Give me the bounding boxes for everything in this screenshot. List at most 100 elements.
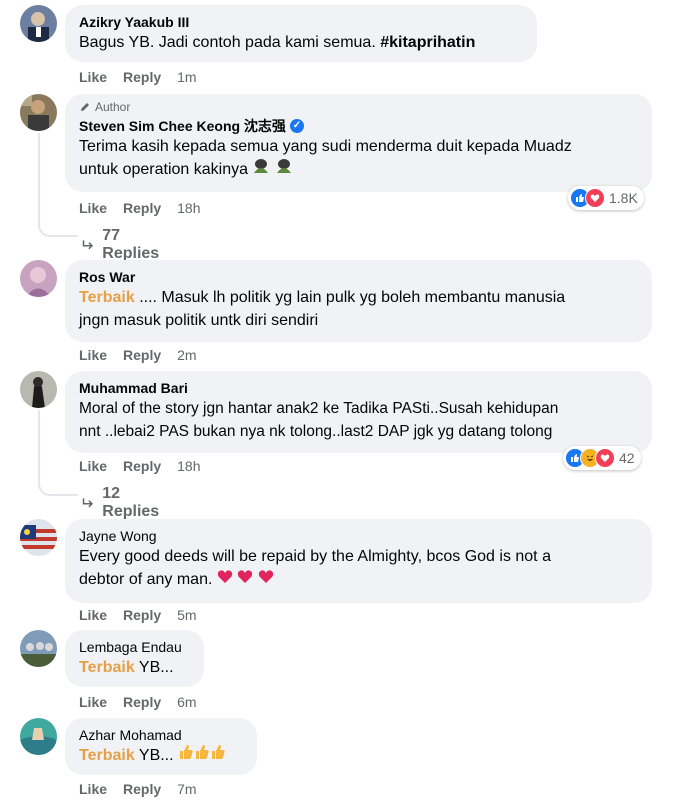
comment-bubble: Azikry Yaakub III Bagus YB. Jadi contoh … [65, 5, 537, 62]
thread-connector-curve [38, 221, 78, 237]
commenter-name[interactable]: Azikry Yaakub III [79, 13, 523, 31]
comment-text: Bagus YB. Jadi contoh pada kami semua. #… [79, 31, 523, 54]
avatar[interactable] [20, 718, 57, 755]
view-replies-button[interactable]: 77 Replies [82, 227, 163, 263]
commenter-name[interactable]: Jayne Wong [79, 527, 638, 545]
avatar[interactable] [20, 371, 57, 408]
love-reaction-icon [595, 448, 615, 468]
heart-emoji-icon [237, 568, 253, 591]
commenter-name[interactable]: Ros War [79, 268, 638, 286]
comment-text-line: .... Masuk lh politik yg lain pulk yg bo… [139, 289, 566, 306]
comment-bubble: Azhar Mohamad Terbaik YB... [65, 718, 257, 775]
view-replies-button[interactable]: 12 Replies [82, 485, 163, 521]
avatar[interactable] [20, 519, 57, 556]
reaction-count: 42 [619, 450, 635, 466]
verified-badge-icon: ✓ [289, 119, 304, 133]
comment-thread: Azikry Yaakub III Bagus YB. Jadi contoh … [0, 0, 699, 800]
reaction-count: 1.8K [609, 190, 638, 206]
comment-text-line-row: debtor of any man. [79, 568, 638, 591]
pencil-icon [81, 103, 89, 111]
thread-connector-curve [38, 480, 78, 496]
reply-arrow-icon [82, 240, 94, 250]
comment-bubble: Author Steven Sim Chee Keong 沈志强 ✓ Terim… [65, 94, 652, 192]
comment-actions: Like Reply 5m [79, 607, 197, 623]
like-button[interactable]: Like [79, 781, 107, 797]
comment-text-line: nnt ..lebai2 PAS bukan nya nk tolong..la… [79, 423, 553, 440]
hands-emoji-icon [252, 158, 270, 181]
comment-text-line: Every good deeds will be repaid by the A… [79, 548, 551, 565]
reply-button[interactable]: Reply [123, 200, 161, 216]
reply-button[interactable]: Reply [123, 607, 161, 623]
reaction-summary[interactable]: 1.8K [568, 186, 644, 210]
timestamp[interactable]: 5m [177, 607, 196, 623]
like-button[interactable]: Like [79, 347, 107, 363]
heart-emoji-icon [217, 568, 233, 591]
comment-actions: Like Reply 2m [79, 347, 197, 363]
comment-text-line: debtor of any man. [79, 571, 213, 588]
top-fan-label: Terbaik [79, 289, 135, 306]
timestamp[interactable]: 18h [177, 200, 200, 216]
like-button[interactable]: Like [79, 458, 107, 474]
commenter-name[interactable]: Lembaga Endau [79, 638, 190, 656]
replies-count-label[interactable]: 12 Replies [102, 485, 163, 521]
reply-button[interactable]: Reply [123, 781, 161, 797]
reply-button[interactable]: Reply [123, 458, 161, 474]
thread-connector [38, 133, 40, 223]
like-button[interactable]: Like [79, 69, 107, 85]
comment-text: Terima kasih kepada semua yang sudi mend… [79, 135, 638, 181]
comment-bubble: Ros War Terbaik .... Masuk lh politik yg… [65, 260, 652, 342]
comment-bubble: Jayne Wong Every good deeds will be repa… [65, 519, 652, 603]
author-label: Author [95, 100, 131, 114]
avatar[interactable] [20, 630, 57, 667]
reply-button[interactable]: Reply [123, 69, 161, 85]
comment-text-body: Bagus YB. Jadi contoh pada kami semua. [79, 34, 381, 51]
top-fan-label: Terbaik [79, 747, 135, 764]
like-button[interactable]: Like [79, 607, 107, 623]
thread-connector [38, 410, 40, 482]
comment-text: Moral of the story jgn hantar anak2 ke T… [79, 397, 638, 443]
avatar[interactable] [20, 260, 57, 297]
comment-actions: Like Reply 7m [79, 781, 197, 797]
reply-button[interactable]: Reply [123, 347, 161, 363]
comment-text-line: jngn masuk politik untk diri sendiri [79, 312, 319, 329]
author-badge: Author [79, 99, 638, 115]
comment-actions: Like Reply 1m [79, 69, 197, 85]
comment-text-line: Moral of the story jgn hantar anak2 ke T… [79, 400, 559, 417]
comment-text-line: untuk operation kakinya [79, 161, 248, 178]
comment-actions: Like Reply 18h [79, 200, 201, 216]
timestamp[interactable]: 1m [177, 69, 196, 85]
avatar[interactable] [20, 5, 57, 42]
avatar[interactable] [20, 94, 57, 131]
heart-emoji-icon [258, 568, 274, 591]
reaction-summary[interactable]: 42 [563, 446, 641, 470]
comment-actions: Like Reply 18h [79, 458, 201, 474]
reply-arrow-icon [82, 498, 94, 508]
comment-bubble: Muhammad Bari Moral of the story jgn han… [65, 371, 652, 453]
hashtag-link[interactable]: #kitaprihatin [380, 34, 475, 51]
comment-actions: Like Reply 6m [79, 694, 197, 710]
comment-text-line: YB... [134, 659, 174, 676]
comment-text-line: YB... [134, 747, 174, 764]
timestamp[interactable]: 6m [177, 694, 196, 710]
comment-text: Terbaik YB... [79, 744, 243, 767]
commenter-name[interactable]: Muhammad Bari [79, 379, 638, 397]
commenter-name[interactable]: Steven Sim Chee Keong 沈志强 [79, 117, 286, 135]
comment-bubble: Lembaga Endau Terbaik YB... [65, 630, 204, 687]
comment-text-line-row: Terbaik .... Masuk lh politik yg lain pu… [79, 286, 638, 309]
commenter-name[interactable]: Azhar Mohamad [79, 726, 243, 744]
comment-text-line-row: untuk operation kakinya [79, 158, 638, 181]
comment-text: Terbaik .... Masuk lh politik yg lain pu… [79, 286, 638, 332]
reply-button[interactable]: Reply [123, 694, 161, 710]
thumbs-up-emoji-icon [178, 744, 194, 767]
comment-text: Every good deeds will be repaid by the A… [79, 545, 638, 591]
like-button[interactable]: Like [79, 694, 107, 710]
comment-text: Terbaik YB... [79, 656, 190, 679]
comment-text-line: Terima kasih kepada semua yang sudi mend… [79, 138, 572, 155]
thumbs-up-emoji-icon [210, 744, 226, 767]
timestamp[interactable]: 7m [177, 781, 196, 797]
thumbs-up-emoji-icon [194, 744, 210, 767]
timestamp[interactable]: 18h [177, 458, 200, 474]
replies-count-label[interactable]: 77 Replies [102, 227, 163, 263]
like-button[interactable]: Like [79, 200, 107, 216]
timestamp[interactable]: 2m [177, 347, 196, 363]
